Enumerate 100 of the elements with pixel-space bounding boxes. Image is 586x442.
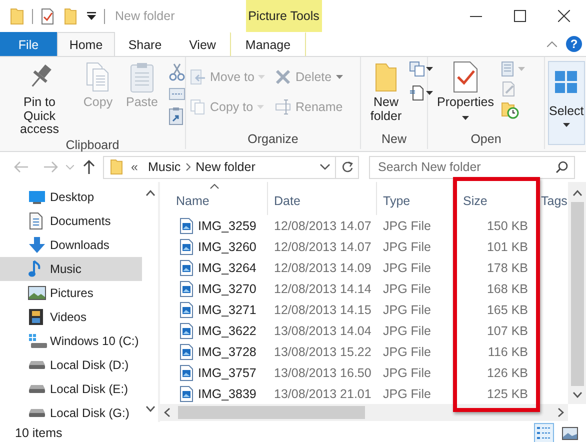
image-file-icon: [180, 260, 193, 276]
file-name: IMG_3622: [198, 324, 256, 338]
sort-caret-icon: [210, 184, 219, 189]
nav-pane-item[interactable]: Downloads: [0, 233, 142, 257]
download-arrow-icon: [28, 236, 46, 254]
properties-button[interactable]: Properties: [432, 61, 499, 122]
ribbon-group-label: Organize: [246, 131, 300, 148]
scissors-icon[interactable]: [169, 63, 185, 81]
column-header[interactable]: Type: [377, 182, 457, 215]
date-cell-text: 13/08/2013 16.50: [273, 366, 372, 380]
breadcrumb-overflow[interactable]: «: [123, 160, 143, 174]
drive-icon: [28, 360, 46, 370]
nav-pane-item[interactable]: Music: [0, 257, 142, 281]
file-name: IMG_3839: [198, 386, 256, 400]
date-cell-text: 12/08/2013 14.09: [273, 260, 372, 274]
contextual-tab-group-label: Picture Tools: [246, 0, 322, 32]
select-button[interactable]: Select: [548, 61, 585, 145]
film-strip-icon: [28, 308, 44, 326]
move-to-icon: [190, 69, 206, 85]
breadcrumb[interactable]: New folder: [190, 160, 260, 174]
file-name: IMG_3260: [198, 240, 256, 254]
ribbon-group-label: Open: [470, 131, 502, 148]
checkmark-document-icon[interactable]: [41, 8, 54, 24]
type-cell-text: JPG File: [382, 386, 432, 400]
nav-pane-item[interactable]: Videos: [0, 305, 142, 329]
nav-pane-item[interactable]: Local Disk (E:): [0, 377, 142, 401]
date-cell-text: 12/08/2013 14.15: [273, 302, 372, 316]
copy-path-icon[interactable]: [169, 88, 185, 100]
rename-icon: [275, 99, 292, 115]
image-file-icon: [180, 322, 193, 338]
maximize-icon[interactable]: [514, 10, 526, 22]
history-icon[interactable]: [500, 101, 519, 119]
file-name: IMG_3259: [198, 218, 256, 232]
size-cell-text: 150 KB: [486, 218, 529, 232]
search-input[interactable]: Search New folder: [378, 160, 556, 174]
scrollbar-thumb[interactable]: [178, 406, 365, 419]
new-folder-button[interactable]: New folder: [365, 61, 407, 123]
nav-pane-item[interactable]: Local Disk (G:): [0, 401, 142, 422]
view-toggle[interactable]: [534, 423, 554, 442]
ribbon-group-label: New: [380, 131, 408, 148]
system-drive-icon: [28, 333, 48, 349]
type-cell-text: JPG File: [382, 218, 432, 232]
date-cell-text: 13/08/2013 15.22: [273, 344, 372, 358]
scroll-down-icon[interactable]: [146, 406, 154, 412]
pin-to-quick-access-button[interactable]: Pin to Quick access: [4, 61, 75, 136]
pictures-icon: [28, 286, 46, 300]
nav-pane-item[interactable]: Windows 10 (C:): [0, 329, 142, 353]
nav-pane-item[interactable]: Documents: [0, 209, 142, 233]
size-cell-text: 107 KB: [486, 324, 529, 338]
close-icon[interactable]: [558, 10, 570, 22]
paste-shortcut-icon[interactable]: [169, 107, 183, 125]
search-field[interactable]: Search New folder: [369, 156, 575, 178]
caret-icon: [426, 91, 433, 95]
column-header[interactable]: Name: [160, 182, 268, 215]
scroll-up-icon[interactable]: [572, 190, 582, 196]
type-cell-text: JPG File: [382, 302, 432, 316]
scrollbar-thumb[interactable]: [570, 202, 584, 386]
easy-access-icon[interactable]: [409, 85, 425, 101]
file-name: IMG_3270: [198, 282, 256, 296]
scroll-up-icon[interactable]: [146, 190, 154, 196]
column-header[interactable]: Date: [268, 182, 377, 215]
nav-pane-item[interactable]: Pictures: [0, 281, 142, 305]
date-cell-text: 12/08/2013 14.07: [273, 218, 372, 232]
ribbon-tab[interactable]: File: [0, 32, 57, 56]
ribbon-tab[interactable]: Share: [115, 32, 175, 56]
desktop-icon: [28, 189, 46, 205]
scroll-left-icon[interactable]: [164, 408, 170, 417]
collapse-ribbon-icon[interactable]: [547, 41, 557, 47]
up-arrow-icon[interactable]: [83, 160, 95, 174]
breadcrumb[interactable]: Music: [142, 160, 186, 174]
ribbon-group-label: Clipboard: [64, 136, 120, 152]
column-header[interactable]: Tags: [538, 182, 566, 215]
type-cell-text: JPG File: [382, 324, 432, 338]
nav-pane-item[interactable]: Local Disk (D:): [0, 353, 142, 377]
address-dropdown-icon[interactable]: [320, 164, 330, 170]
image-file-icon: [180, 386, 193, 402]
file-name: IMG_3757: [198, 366, 256, 380]
address-bar[interactable]: « Music New folder: [103, 156, 359, 178]
size-cell-text: 116 KB: [486, 344, 529, 358]
item-count: 10 items: [15, 426, 62, 440]
refresh-icon[interactable]: [342, 161, 353, 173]
scroll-right-icon[interactable]: [558, 408, 564, 417]
column-header[interactable]: Size: [457, 182, 538, 215]
ribbon-tab[interactable]: View: [175, 32, 230, 56]
image-file-icon: [180, 364, 193, 380]
image-file-icon: [180, 344, 193, 360]
search-icon: [556, 161, 568, 173]
ribbon-tab[interactable]: Home: [57, 32, 115, 56]
help-button[interactable]: ?: [566, 36, 582, 52]
copy-to-icon: [190, 99, 206, 115]
size-cell-text: 178 KB: [486, 260, 529, 274]
document-icon: [28, 212, 44, 230]
type-cell-text: JPG File: [382, 344, 432, 358]
nav-pane-item[interactable]: Desktop: [0, 185, 142, 209]
new-item-icon[interactable]: [409, 61, 425, 77]
scroll-down-icon[interactable]: [572, 392, 582, 398]
caret-icon: [257, 105, 264, 109]
customize-caret-icon[interactable]: [87, 12, 96, 20]
type-cell-text: JPG File: [382, 240, 432, 254]
folder-icon: [10, 8, 24, 24]
